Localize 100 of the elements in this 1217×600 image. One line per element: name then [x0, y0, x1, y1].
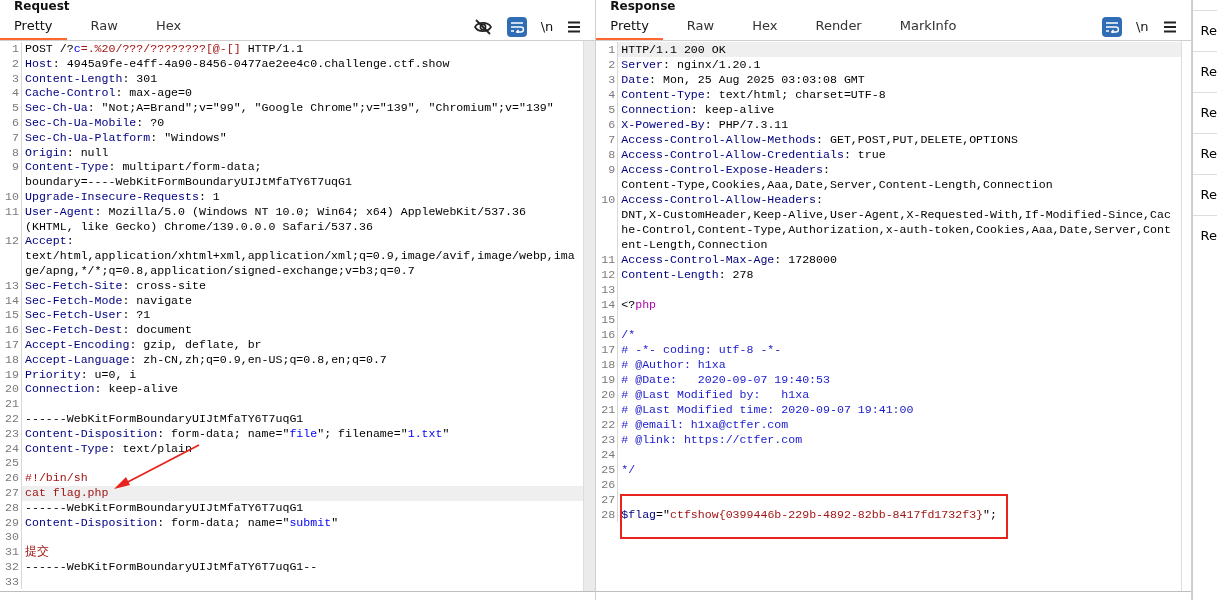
code-line: Sec-Fetch-Dest: document	[24, 323, 193, 338]
line-number: 9	[608, 163, 616, 176]
code-line: # @Author: h1xa	[620, 357, 727, 372]
code-line: text/html,application/xhtml+xml,application/xml;q=0.9,image/avif,image/webp,ima	[24, 249, 576, 264]
code-line: # -*- coding: utf-8 -*-	[620, 342, 783, 357]
newline-toggle[interactable]: \n	[540, 19, 554, 34]
code-line: ------WebKitFormBoundaryUIJtMfaTY6T7uqG1--	[24, 559, 319, 575]
view-tab[interactable]: Pretty	[596, 13, 663, 40]
line-number: 17	[601, 343, 616, 356]
view-tab[interactable]: MarkInfo	[885, 13, 971, 40]
code-line: Date: Mon, 25 Aug 2025 03:03:08 GMT	[620, 72, 866, 87]
line-number: 11	[601, 253, 616, 266]
code-line: DNT,X-CustomHeader,Keep-Alive,User-Agent,X-Requested-With,If-Modified-Since,Cac	[620, 207, 1172, 222]
code-line: Content-Disposition: form-data; name="submit"	[24, 515, 340, 531]
code-line: Upgrade-Insecure-Requests: 1	[24, 189, 221, 205]
line-number: 2	[608, 58, 616, 71]
wrap-button[interactable]	[506, 16, 527, 37]
code-line: Sec-Fetch-Site: cross-site	[24, 278, 207, 294]
line-number: 9	[12, 160, 19, 174]
line-number: 29	[5, 515, 19, 529]
code-line: # @link: https://ctfer.com	[620, 432, 804, 447]
code-line: Access-Control-Expose-Headers:	[620, 162, 831, 177]
line-number: 33	[5, 574, 19, 588]
code-line: Content-Type: text/plain	[24, 441, 193, 457]
line-number: 14	[5, 293, 19, 307]
code-line: Sec-Ch-Ua-Platform: "Windows"	[24, 130, 228, 146]
scrollbar[interactable]	[583, 41, 596, 591]
code-line: # @Last Modified time: 2020-09-07 19:41:00	[620, 402, 915, 417]
view-tab[interactable]: Raw	[672, 13, 729, 40]
line-number: 3	[608, 73, 616, 86]
list-item[interactable]: Re	[1192, 51, 1217, 92]
code-line: Access-Control-Allow-Headers:	[620, 192, 825, 207]
code-line: Content-Type: text/html; charset=UTF-8	[620, 87, 887, 102]
panel-title: Request	[13, 0, 70, 13]
code-line: 提交	[24, 545, 50, 560]
list-item[interactable]: Re	[1192, 10, 1217, 51]
line-number: 15	[5, 308, 19, 322]
line-number: 11	[5, 204, 19, 218]
code-line: Content-Type,Cookies,Aaa,Date,Server,Content-Length,Connection	[620, 177, 1054, 192]
code-line: ------WebKitFormBoundaryUIJtMfaTY6T7uqG1	[24, 411, 305, 427]
line-number: 12	[5, 234, 19, 248]
line-number: 7	[12, 130, 19, 144]
line-number: 2	[12, 56, 19, 70]
hide-icon[interactable]	[472, 17, 493, 36]
code-line: Connection: keep-alive	[620, 102, 776, 117]
line-number: 12	[601, 268, 616, 281]
line-number: 23	[601, 433, 616, 446]
code-line: Sec-Fetch-User: ?1	[24, 308, 152, 324]
code-line: */	[620, 462, 637, 477]
line-number: 30	[5, 530, 19, 544]
code-line: $flag="ctfshow{0399446b-229b-4892-82bb-8417fd1732f3}";	[620, 507, 998, 522]
line-number: 24	[601, 448, 616, 461]
line-number: 14	[601, 298, 616, 311]
line-number: 4	[608, 88, 616, 101]
line-number: 27	[5, 485, 19, 499]
code-line: # @email: h1xa@ctfer.com	[620, 417, 790, 432]
line-number: 22	[601, 418, 616, 431]
line-number: 25	[5, 456, 19, 470]
line-number: 18	[5, 352, 19, 366]
code-line: <?php	[620, 297, 658, 312]
code-line: Content-Length: 278	[620, 267, 755, 282]
code-line: User-Agent: Mozilla/5.0 (Windows NT 10.0; Win64; x64) AppleWebKit/537.36	[24, 204, 527, 220]
list-item[interactable]: Re	[1192, 215, 1217, 256]
view-tab[interactable]: Hex	[141, 13, 196, 40]
line-number: 22	[5, 411, 19, 425]
code-line: Priority: u=0, i	[24, 367, 138, 383]
line-number: 25	[601, 463, 616, 476]
line-number: 20	[5, 382, 19, 396]
view-tab[interactable]: Render	[801, 13, 876, 40]
list-item[interactable]: Re	[1192, 133, 1217, 174]
newline-toggle[interactable]: \n	[1135, 19, 1149, 34]
line-number: 15	[601, 313, 616, 326]
line-number: 19	[601, 373, 616, 386]
code-line: Connection: keep-alive	[24, 382, 180, 398]
line-number: 24	[5, 441, 19, 455]
line-number: 21	[5, 397, 19, 411]
code-line: Server: nginx/1.20.1	[620, 57, 762, 72]
code-line: Host: 4945a9fe-e4ff-4a90-8456-0477ae2ee4c0.challenge.ctf.show	[24, 56, 451, 72]
panel-title: Response	[609, 0, 676, 13]
line-number: 3	[12, 71, 19, 85]
code-line: X-Powered-By: PHP/7.3.11	[620, 117, 790, 132]
menu-icon[interactable]	[567, 20, 582, 33]
list-item[interactable]: Re	[1192, 174, 1217, 215]
line-number: 6	[608, 118, 616, 131]
list-item[interactable]: Re	[1192, 92, 1217, 133]
code-line: #!/bin/sh	[24, 471, 89, 486]
code-line: ------WebKitFormBoundaryUIJtMfaTY6T7uqG1	[24, 500, 305, 516]
view-tab[interactable]: Raw	[76, 13, 132, 40]
code-line: Access-Control-Max-Age: 1728000	[620, 252, 838, 267]
line-number: 5	[12, 101, 19, 115]
menu-icon[interactable]	[1162, 20, 1177, 33]
line-number: 32	[5, 559, 19, 573]
code-line: # @Date: 2020-09-07 19:40:53	[620, 372, 831, 387]
line-number: 31	[5, 545, 19, 559]
code-line: (KHTML, like Gecko) Chrome/139.0.0.0 Safari/537.36	[24, 219, 374, 235]
code-line: Accept-Encoding: gzip, deflate, br	[24, 337, 263, 353]
code-line: ge/apng,*/*;q=0.8,application/signed-exchange;v=b3;q=0.7	[24, 263, 416, 279]
wrap-button[interactable]	[1101, 16, 1122, 37]
view-tab[interactable]: Hex	[738, 13, 792, 40]
view-tab[interactable]: Pretty	[0, 13, 67, 40]
